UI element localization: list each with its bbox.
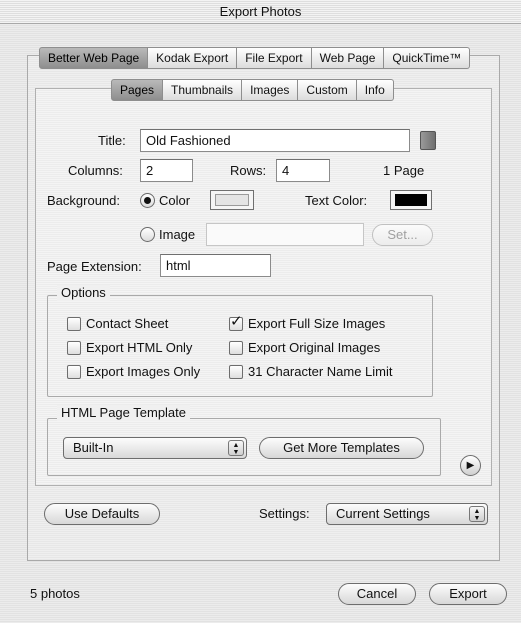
page-extension-label: Page Extension: — [47, 259, 142, 274]
export-images-only-label: Export Images Only — [86, 364, 201, 379]
tab-info[interactable]: Info — [356, 79, 394, 101]
columns-label: Columns: — [68, 163, 123, 178]
template-legend: HTML Page Template — [57, 405, 191, 421]
radio-selected-dot — [144, 197, 151, 204]
book-icon[interactable] — [420, 131, 436, 150]
name-limit-checkbox[interactable] — [229, 365, 243, 379]
image-radio[interactable] — [140, 227, 155, 242]
export-html-only-label: Export HTML Only — [86, 340, 193, 355]
sub-tab-bar: Pages Thumbnails Images Custom Info — [111, 79, 394, 101]
rows-input[interactable]: 4 — [276, 159, 330, 182]
template-popup[interactable]: Built-In ▲ ▼ — [63, 437, 247, 459]
export-full-size-checkbox[interactable]: ✓ — [229, 313, 243, 331]
export-button[interactable]: Export — [429, 583, 507, 605]
name-limit-label: 31 Character Name Limit — [248, 364, 393, 379]
options-legend: Options — [57, 285, 110, 301]
set-image-button[interactable]: Set... — [372, 224, 433, 246]
rows-label: Rows: — [230, 163, 267, 178]
color-radio[interactable] — [140, 193, 155, 208]
use-defaults-button[interactable]: Use Defaults — [44, 503, 160, 525]
export-full-size-label: Export Full Size Images — [248, 316, 386, 331]
page-count: 1 Page — [383, 163, 425, 178]
tab-custom[interactable]: Custom — [298, 79, 357, 101]
export-original-checkbox[interactable] — [229, 341, 243, 355]
settings-label: Settings: — [259, 506, 310, 521]
text-color-well[interactable] — [390, 190, 432, 210]
tab-better-web-page[interactable]: Better Web Page — [39, 47, 149, 69]
tab-thumbnails[interactable]: Thumbnails — [163, 79, 243, 101]
image-option-label: Image — [159, 227, 196, 242]
background-color-swatch — [215, 194, 249, 206]
color-option-label: Color — [159, 193, 191, 208]
title-label: Title: — [98, 133, 126, 148]
tab-file-export[interactable]: File Export — [237, 47, 312, 69]
main-tab-bar: Better Web Page Kodak Export File Export… — [39, 47, 471, 69]
contact-sheet-label: Contact Sheet — [86, 316, 169, 331]
tab-web-page[interactable]: Web Page — [311, 47, 385, 69]
export-images-only-checkbox[interactable] — [67, 365, 81, 379]
background-color-well[interactable] — [210, 190, 254, 210]
photo-count: 5 photos — [30, 586, 80, 601]
tab-quicktime[interactable]: QuickTime™ — [384, 47, 471, 69]
updown-arrows-icon: ▲ ▼ — [228, 440, 244, 456]
export-original-label: Export Original Images — [248, 340, 381, 355]
tab-kodak-export[interactable]: Kodak Export — [148, 47, 238, 69]
tab-images[interactable]: Images — [242, 79, 299, 101]
image-path-input[interactable] — [206, 223, 364, 246]
export-html-only-checkbox[interactable] — [67, 341, 81, 355]
title-input[interactable]: Old Fashioned — [140, 129, 410, 152]
play-icon[interactable]: ▶ — [460, 455, 481, 476]
page-extension-input[interactable]: html — [160, 254, 271, 277]
template-selected-label: Built-In — [73, 440, 114, 455]
columns-input[interactable]: 2 — [140, 159, 193, 182]
text-color-label: Text Color: — [305, 193, 368, 208]
window-title: Export Photos — [0, 0, 521, 24]
settings-selected-label: Current Settings — [336, 506, 430, 521]
get-more-templates-button[interactable]: Get More Templates — [259, 437, 424, 459]
updown-arrows-icon: ▲ ▼ — [469, 506, 485, 522]
cancel-button[interactable]: Cancel — [338, 583, 416, 605]
background-label: Background: — [47, 193, 120, 208]
text-color-swatch — [395, 194, 427, 206]
contact-sheet-checkbox[interactable] — [67, 317, 81, 331]
tab-pages[interactable]: Pages — [111, 79, 164, 101]
settings-popup[interactable]: Current Settings ▲ ▼ — [326, 503, 488, 525]
checkmark-icon: ✓ — [230, 313, 243, 330]
